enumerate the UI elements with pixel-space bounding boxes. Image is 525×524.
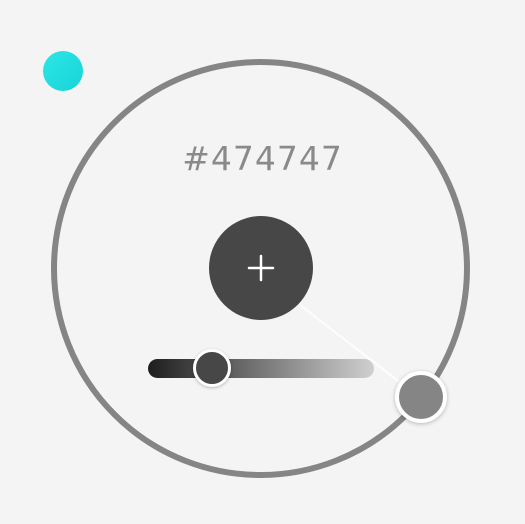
hex-value-label: #474747	[182, 139, 343, 178]
hue-ring-handle[interactable]	[395, 371, 447, 423]
add-color-button[interactable]	[209, 216, 313, 320]
plus-icon	[247, 254, 275, 282]
lightness-slider-thumb[interactable]	[193, 349, 232, 387]
color-picker: #474747	[0, 0, 525, 524]
lightness-slider-track[interactable]	[148, 359, 374, 378]
accent-color-dot[interactable]	[43, 51, 83, 91]
